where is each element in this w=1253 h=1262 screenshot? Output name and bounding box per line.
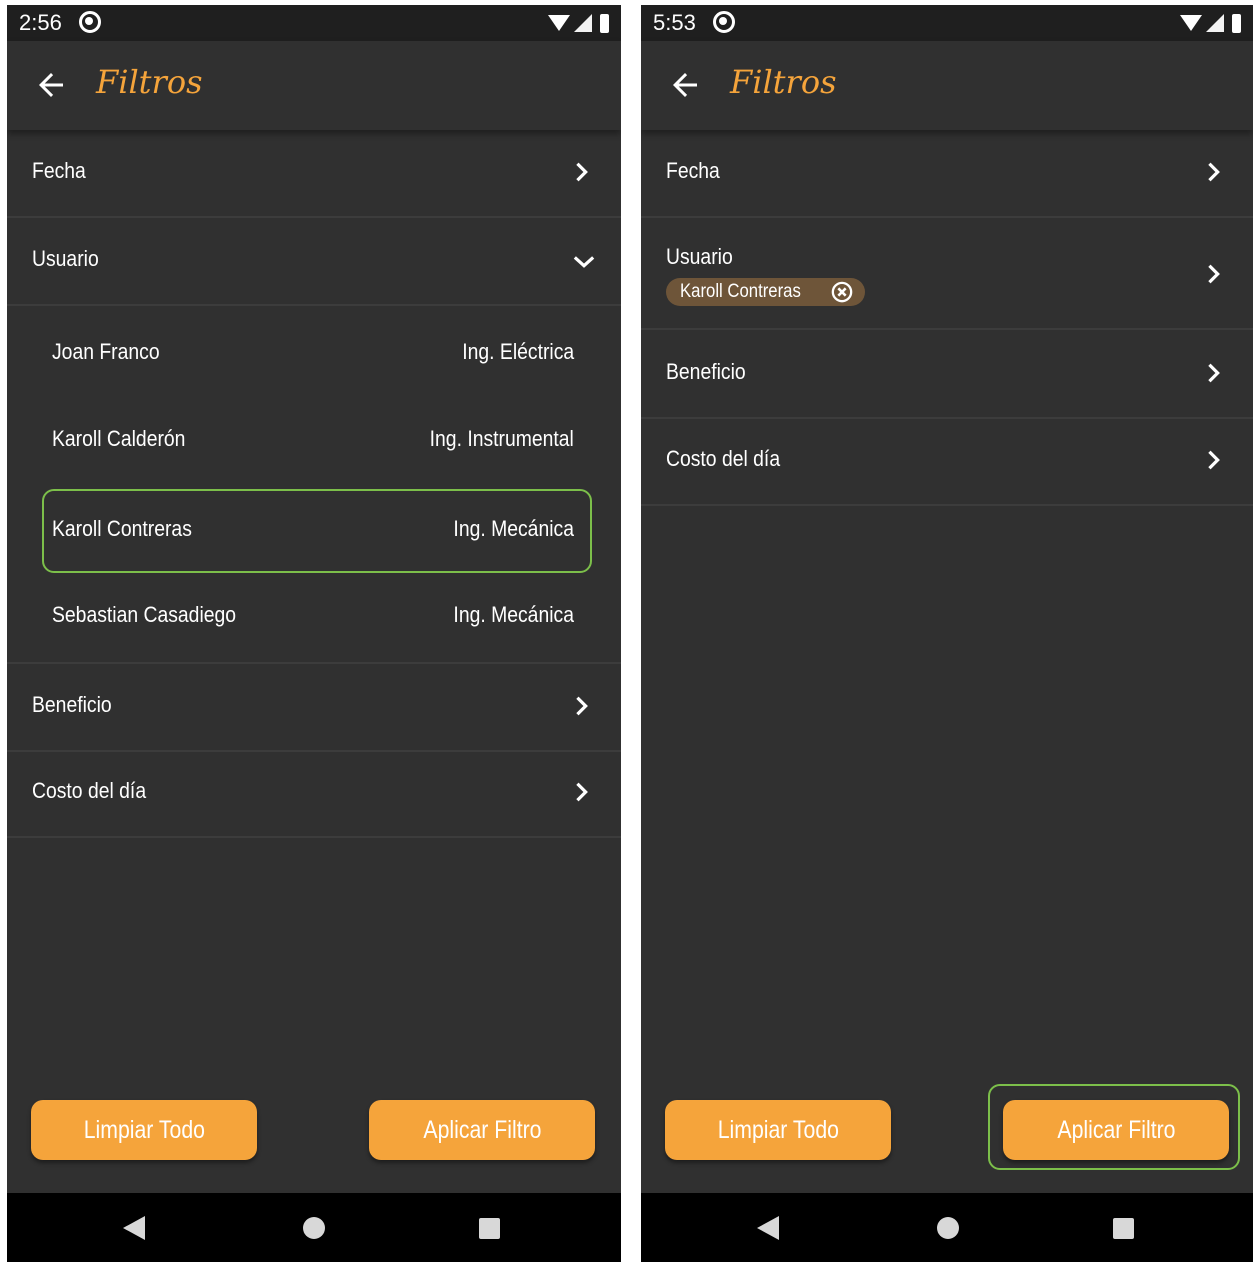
filter-label-fecha: Fecha [32, 158, 86, 183]
status-icons [548, 12, 609, 34]
selected-user-chip: Karoll Contreras [666, 278, 866, 306]
nav-back-icon[interactable] [757, 1216, 779, 1240]
back-arrow-icon[interactable] [33, 67, 69, 103]
status-time: 2:56 [19, 10, 62, 35]
filter-label-usuario: Usuario [32, 246, 99, 271]
status-icons [1180, 12, 1241, 34]
remove-chip-icon[interactable] [831, 281, 853, 303]
nav-home-icon[interactable] [937, 1217, 959, 1239]
user-department: Ing. Instrumental [429, 426, 574, 451]
app-bar: Filtros [641, 41, 1253, 130]
status-bar: 2:56 [7, 5, 621, 41]
user-option-sebastian-casadiego[interactable]: Sebastian Casadiego Ing. Mecánica [42, 575, 592, 659]
apply-filter-label: Aplicar Filtro [422, 1115, 542, 1144]
navigation-bar [641, 1193, 1253, 1262]
wifi-icon [548, 15, 570, 31]
chevron-right-icon [1208, 450, 1220, 470]
user-department: Ing. Mecánica [453, 516, 574, 541]
user-option-joan-franco[interactable]: Joan Franco Ing. Eléctrica [42, 312, 592, 396]
battery-icon [1232, 13, 1241, 33]
filters-screen-expanded: 2:56 Filtros Fecha Usuario Joan Franco I… [7, 5, 621, 1262]
filter-row-usuario[interactable]: Usuario Karoll Contreras [641, 218, 1253, 330]
filter-label-costo: Costo del día [32, 778, 147, 803]
signal-icon [574, 14, 592, 32]
nav-back-icon[interactable] [123, 1216, 145, 1240]
clear-all-label: Limpiar Todo [83, 1115, 205, 1144]
chevron-down-icon [573, 256, 595, 268]
app-bar: Filtros [7, 41, 621, 130]
app-notification-icon [79, 11, 101, 33]
apply-filter-button[interactable]: Aplicar Filtro [1003, 1100, 1229, 1160]
apply-filter-button[interactable]: Aplicar Filtro [369, 1100, 595, 1160]
filter-row-costo[interactable]: Costo del día [641, 418, 1253, 506]
user-name: Karoll Calderón [52, 426, 186, 451]
user-department: Ing. Mecánica [453, 602, 574, 627]
signal-icon [1206, 14, 1224, 32]
filter-row-costo[interactable]: Costo del día [7, 750, 621, 838]
battery-icon [600, 13, 609, 33]
nav-home-icon[interactable] [303, 1217, 325, 1239]
nav-recents-icon[interactable] [1113, 1218, 1134, 1239]
status-bar: 5:53 [641, 5, 1253, 41]
status-time: 5:53 [653, 10, 696, 35]
clear-all-button[interactable]: Limpiar Todo [665, 1100, 891, 1160]
user-name: Sebastian Casadiego [52, 602, 237, 627]
filter-label-fecha: Fecha [666, 158, 720, 183]
filter-row-beneficio[interactable]: Beneficio [641, 331, 1253, 419]
navigation-bar [7, 1193, 621, 1262]
back-arrow-icon[interactable] [667, 67, 703, 103]
filter-label-usuario: Usuario [666, 244, 733, 269]
nav-recents-icon[interactable] [479, 1218, 500, 1239]
user-option-karoll-contreras[interactable]: Karoll Contreras Ing. Mecánica [42, 489, 592, 573]
chevron-right-icon [1208, 363, 1220, 383]
app-notification-icon [713, 11, 735, 33]
user-name: Karoll Contreras [52, 516, 192, 541]
filter-label-beneficio: Beneficio [666, 359, 746, 384]
chevron-right-icon [576, 782, 588, 802]
chevron-right-icon [576, 696, 588, 716]
page-title: Filtros [730, 63, 837, 101]
apply-filter-label: Aplicar Filtro [1056, 1115, 1176, 1144]
chevron-right-icon [576, 162, 588, 182]
clear-all-button[interactable]: Limpiar Todo [31, 1100, 257, 1160]
user-department: Ing. Eléctrica [462, 339, 574, 364]
filter-row-beneficio[interactable]: Beneficio [7, 662, 621, 752]
chevron-right-icon [1208, 264, 1220, 284]
chevron-right-icon [1208, 162, 1220, 182]
clear-all-label: Limpiar Todo [717, 1115, 839, 1144]
filter-row-fecha[interactable]: Fecha [7, 130, 621, 218]
chip-label: Karoll Contreras [680, 281, 801, 302]
filter-row-fecha[interactable]: Fecha [641, 130, 1253, 218]
filters-screen-collapsed: 5:53 Filtros Fecha Usuario Karoll Contre… [641, 5, 1253, 1262]
filter-row-usuario[interactable]: Usuario [7, 218, 621, 306]
wifi-icon [1180, 15, 1202, 31]
filter-label-costo: Costo del día [666, 446, 781, 471]
filter-label-beneficio: Beneficio [32, 692, 112, 717]
page-title: Filtros [96, 63, 203, 101]
user-option-karoll-calderon[interactable]: Karoll Calderón Ing. Instrumental [42, 399, 592, 483]
user-name: Joan Franco [52, 339, 160, 364]
